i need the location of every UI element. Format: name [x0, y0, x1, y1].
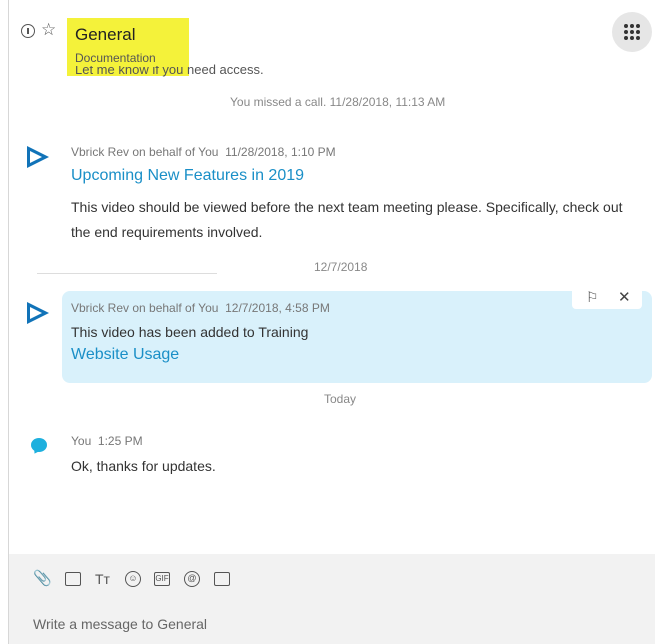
message-sender: Vbrick Rev on behalf of You	[71, 145, 219, 159]
space-title[interactable]: General	[75, 25, 135, 45]
star-icon[interactable]: ☆	[41, 21, 56, 38]
message-sender-time: Vbrick Rev on behalf of You 12/7/2018, 4…	[71, 301, 330, 315]
date-separator: Today	[324, 392, 357, 406]
composer: 📎 Tт ☺ GIF @	[9, 554, 655, 644]
message-sender-time: You 1:25 PM	[71, 434, 143, 448]
message-text-line-1: This video should be viewed before the n…	[71, 199, 623, 215]
message-time: 1:25 PM	[97, 434, 143, 448]
contact-icon[interactable]	[214, 572, 230, 586]
mention-icon[interactable]: @	[184, 571, 200, 587]
apps-grid-button[interactable]	[612, 12, 652, 52]
message-text: This video has been added to Training	[71, 324, 309, 340]
info-icon[interactable]	[21, 24, 35, 38]
vbrick-play-icon	[27, 146, 49, 168]
chat-bubble-icon	[31, 438, 47, 452]
message-actions: ⚐ ✕	[572, 285, 642, 309]
video-link-website-usage[interactable]: Website Usage	[71, 346, 179, 364]
text-format-icon[interactable]: Tт	[95, 570, 110, 588]
message-sender: Vbrick Rev on behalf of You	[71, 301, 219, 315]
header: ☆ Let me know if you need access. Genera…	[9, 0, 655, 77]
screenshot-icon[interactable]	[65, 572, 81, 586]
video-link-upcoming-features[interactable]: Upcoming New Features in 2019	[71, 167, 304, 185]
chat-window: You missed a call. 11/28/2018, 11:13 AM …	[8, 0, 655, 644]
space-subtitle[interactable]: Documentation	[75, 51, 156, 65]
gif-icon[interactable]: GIF	[154, 572, 170, 586]
message-sender-time: Vbrick Rev on behalf of You 11/28/2018, …	[71, 145, 336, 159]
date-separator: 12/7/2018	[314, 260, 368, 274]
message-time: 11/28/2018, 1:10 PM	[225, 145, 336, 159]
date-divider	[37, 273, 217, 274]
missed-call-notice: You missed a call. 11/28/2018, 11:13 AM	[230, 95, 446, 109]
flag-icon[interactable]: ⚐	[586, 289, 599, 306]
message-input[interactable]	[33, 610, 593, 638]
message-sender: You	[71, 434, 92, 448]
message-time: 12/7/2018, 4:58 PM	[225, 301, 330, 315]
message-text-line-2: the end requirements involved.	[71, 224, 263, 240]
close-icon[interactable]: ✕	[618, 288, 631, 306]
attach-icon[interactable]: 📎	[33, 570, 52, 588]
vbrick-play-icon	[27, 302, 49, 324]
emoji-icon[interactable]: ☺	[125, 571, 141, 587]
message-text: Ok, thanks for updates.	[71, 458, 216, 474]
grid-icon	[624, 24, 640, 40]
